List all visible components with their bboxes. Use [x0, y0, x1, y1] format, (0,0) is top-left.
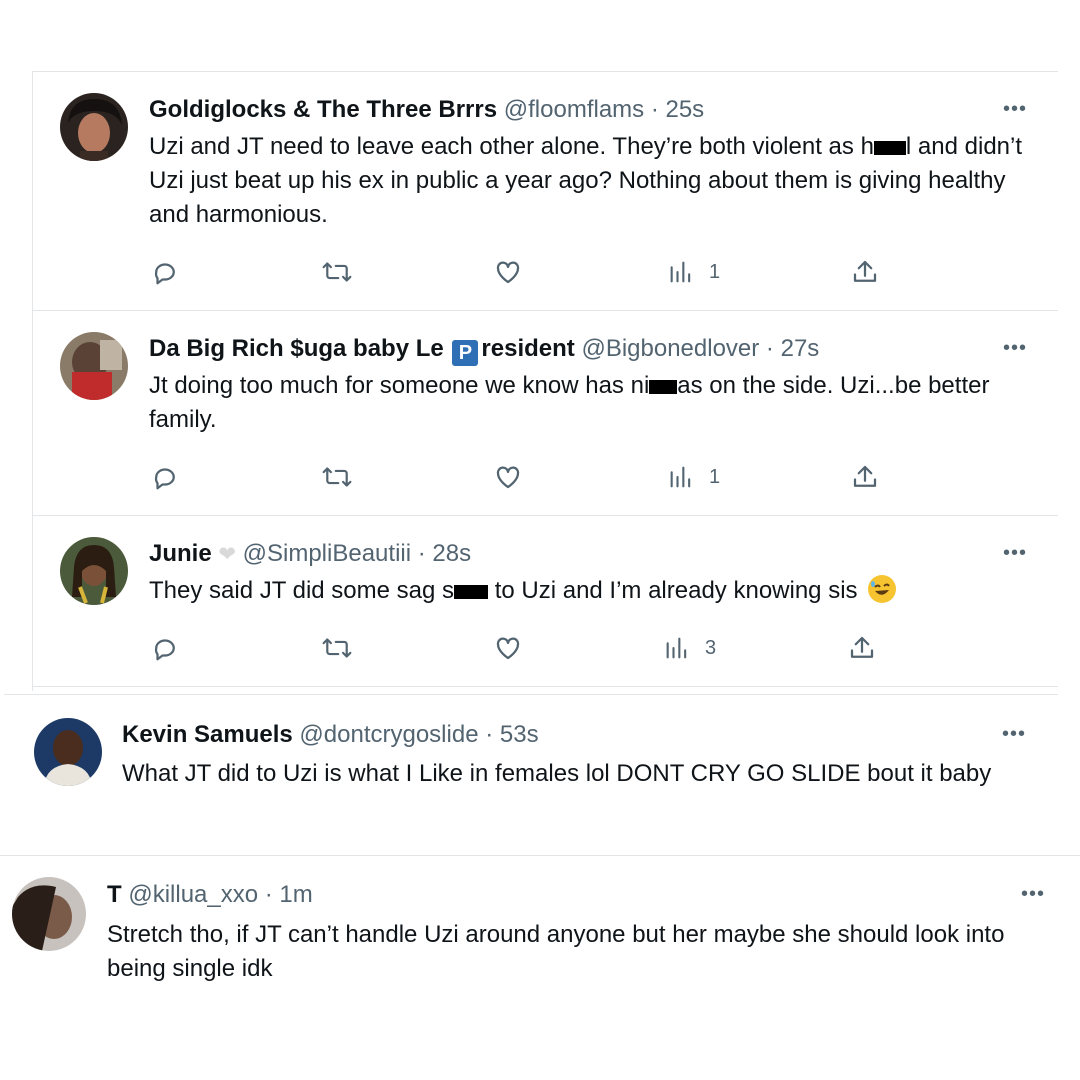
handle[interactable]: @killua_xxo [128, 881, 258, 908]
tweet-text: Stretch tho, if JT can’t handle Uzi arou… [107, 921, 1005, 982]
tweet-5[interactable]: T @killua_xxo · 1m ••• Stretch tho, if J… [0, 0, 1080, 1080]
avatar-image [12, 877, 86, 951]
tweet-header: T @killua_xxo · 1m [107, 880, 313, 910]
display-name[interactable]: T [107, 881, 122, 908]
avatar[interactable] [12, 877, 86, 951]
timestamp[interactable]: 1m [279, 881, 312, 908]
separator: · [258, 881, 280, 908]
more-icon[interactable]: ••• [1021, 883, 1045, 906]
